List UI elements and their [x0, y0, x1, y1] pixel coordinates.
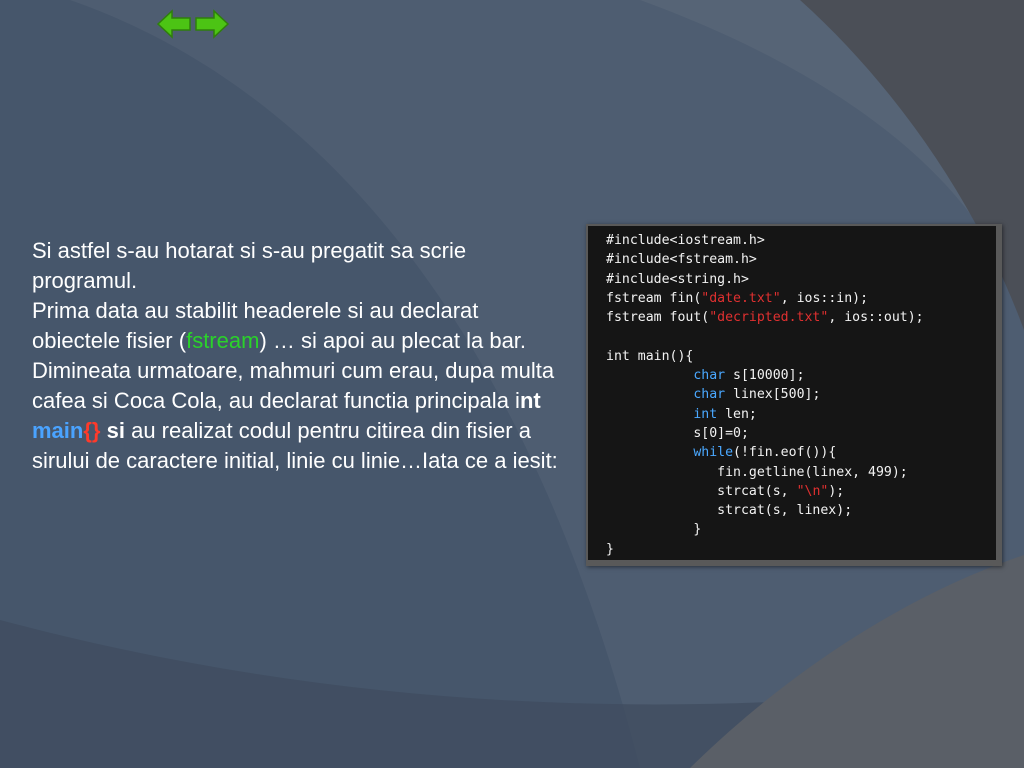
main-highlight: main [32, 418, 84, 443]
code-token: (!fin.eof()){ [733, 445, 837, 461]
paragraph-intro: Si astfel s-au hotarat si s-au pregatit … [32, 238, 467, 293]
code-token: ); [828, 483, 845, 499]
main-text: Dimineata urmatoare, mahmuri cum erau, d… [32, 358, 555, 413]
code-token: , ios::in); [780, 290, 869, 306]
code-line: #include<iostream.h> [606, 233, 765, 248]
code-line: strcat(s, linex); [606, 501, 924, 520]
code-token: fin.getline(linex, 499); [717, 464, 908, 480]
int-highlight: nt [519, 388, 541, 413]
fstream-highlight: fstream [186, 328, 260, 353]
code-token: strcat(s, linex); [717, 503, 853, 519]
code-token: strcat(s, [717, 483, 797, 499]
code-line: strcat(s, "\n"); [606, 482, 924, 501]
code-line: fstream fout("decripted.txt", ios::out); [606, 308, 924, 327]
code-line: fin.getline(linex, 499); [606, 463, 924, 482]
code-screenshot: #include<iostream.h> #include<fstream.h> #… [586, 224, 1002, 566]
code-line: #include<string.h> [606, 271, 749, 287]
code-line: int main(){ [606, 348, 694, 364]
braces-highlight: {} [83, 418, 101, 443]
code-token: fstream fin( [606, 290, 702, 306]
code-keyword: char [693, 387, 726, 403]
code-token: } [693, 522, 702, 538]
code-line: while(!fin.eof()){ [606, 443, 924, 462]
code-keyword: int [693, 406, 718, 422]
code-line: int len; [606, 405, 924, 424]
code-line: } [606, 541, 614, 557]
code-block: #include<iostream.h> #include<fstream.h> #… [606, 231, 924, 559]
code-token: linex[500]; [725, 387, 821, 403]
code-keyword: char [693, 368, 726, 384]
code-line: char s[10000]; [606, 366, 924, 385]
code-keyword: while [693, 445, 734, 461]
si-highlight: si [106, 418, 125, 443]
paragraph-headers: Prima data au stabilit headerele si au d… [32, 296, 572, 356]
slide-body-text: Si astfel s-au hotarat si s-au pregatit … [32, 236, 572, 476]
code-line: s[0]=0; [606, 424, 924, 443]
code-token: len; [717, 406, 757, 422]
code-line: #include<fstream.h> [606, 252, 757, 268]
code-string: "\n" [796, 483, 829, 499]
code-token: s[0]=0; [693, 425, 749, 441]
code-line: } [606, 520, 924, 539]
code-string: "date.txt" [701, 290, 781, 306]
code-token: , ios::out); [828, 310, 924, 326]
paragraph-main: Dimineata urmatoare, mahmuri cum erau, d… [32, 356, 572, 476]
arrow-left-icon[interactable] [156, 8, 192, 40]
code-token: s[10000]; [725, 368, 805, 384]
slide-navigation [156, 8, 232, 40]
code-line: fstream fin("date.txt", ios::in); [606, 289, 924, 308]
arrow-right-icon[interactable] [194, 8, 230, 40]
code-token: fstream fout( [606, 310, 710, 326]
code-string: "decripted.txt" [709, 310, 829, 326]
code-line: char linex[500]; [606, 385, 924, 404]
headers-text-end: ) … si apoi au plecat la bar. [259, 328, 527, 353]
